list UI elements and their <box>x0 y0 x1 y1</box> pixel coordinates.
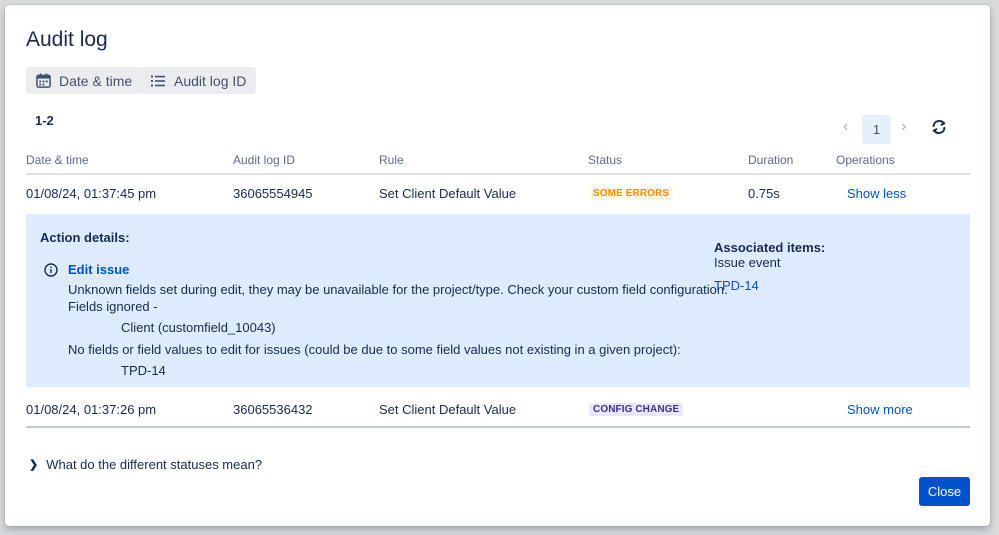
column-header-rule: Rule <box>379 153 404 167</box>
associated-item-type: Issue event <box>714 255 781 270</box>
detail-message: No fields or field values to edit for is… <box>68 342 681 357</box>
list-icon <box>150 73 166 89</box>
audit-log-id-filter-button[interactable]: Audit log ID <box>141 67 257 94</box>
dialog-title: Audit log <box>26 28 108 51</box>
associated-issue-link[interactable]: TPD-14 <box>714 278 759 293</box>
action-details-panel: Action details: Edit issue Unknown field… <box>26 214 970 387</box>
audit-log-dialog: Audit log Date & time Audit log ID 1-2 ‹… <box>5 5 990 526</box>
row-date: 01/08/24, 01:37:45 pm <box>26 186 157 201</box>
close-button[interactable]: Close <box>919 477 970 506</box>
status-badge: SOME ERRORS <box>589 187 674 200</box>
detail-field: Client (customfield_10043) <box>121 320 276 335</box>
status-help-toggle[interactable]: ❯ What do the different statuses mean? <box>29 457 262 472</box>
detail-message: Fields ignored - <box>68 299 158 314</box>
detail-issue: TPD-14 <box>121 363 166 378</box>
date-time-filter-label: Date & time <box>59 72 133 89</box>
audit-log-id-filter-label: Audit log ID <box>174 72 247 89</box>
show-more-link[interactable]: Show more <box>847 402 913 417</box>
refresh-icon[interactable] <box>930 118 950 138</box>
column-header-id[interactable]: Audit log ID <box>233 153 295 167</box>
status-help-label: What do the different statuses mean? <box>46 457 263 472</box>
column-header-status: Status <box>588 153 623 167</box>
column-header-date[interactable]: Date & time <box>26 153 89 167</box>
row-id: 36065536432 <box>233 402 313 417</box>
info-icon <box>44 263 58 277</box>
calendar-icon <box>35 73 51 89</box>
associated-items-heading: Associated items: <box>714 240 826 255</box>
row-id: 36065554945 <box>233 186 313 201</box>
detail-message: Unknown fields set during edit, they may… <box>68 282 728 297</box>
chevron-right-icon: ❯ <box>29 459 39 471</box>
show-less-link[interactable]: Show less <box>847 186 906 201</box>
page-1-button[interactable]: 1 <box>862 115 891 144</box>
column-header-duration: Duration <box>748 153 794 167</box>
row-rule: Set Client Default Value <box>379 402 517 417</box>
header-divider <box>26 173 970 175</box>
row-date: 01/08/24, 01:37:26 pm <box>26 402 157 417</box>
chevron-right-icon[interactable]: › <box>901 118 906 136</box>
column-header-operations: Operations <box>836 153 895 167</box>
action-name: Edit issue <box>68 262 130 277</box>
status-badge: CONFIG CHANGE <box>589 403 684 416</box>
row-duration: 0.75s <box>748 186 780 201</box>
chevron-left-icon[interactable]: ‹ <box>843 118 848 136</box>
table-bottom-divider <box>26 426 970 428</box>
date-time-filter-button[interactable]: Date & time <box>26 67 143 94</box>
action-details-heading: Action details: <box>40 230 130 245</box>
row-rule: Set Client Default Value <box>379 186 517 201</box>
result-range: 1-2 <box>35 113 54 128</box>
